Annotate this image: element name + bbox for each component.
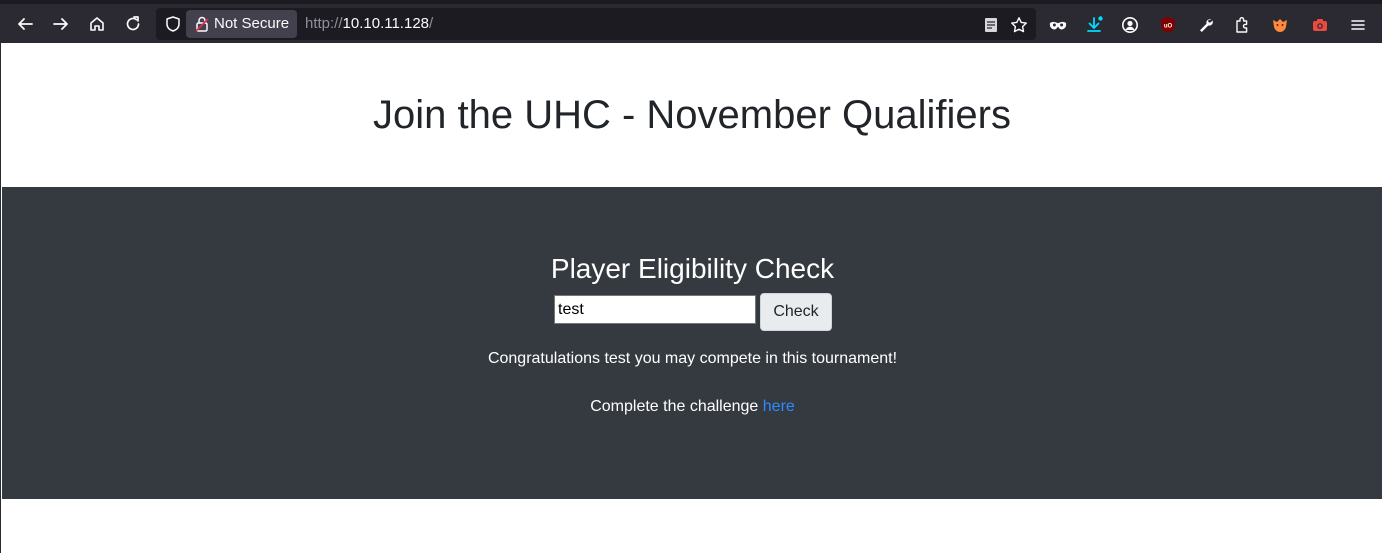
account-icon[interactable] bbox=[1120, 15, 1140, 35]
forward-icon[interactable] bbox=[47, 10, 75, 38]
security-label: Not Secure bbox=[214, 15, 290, 32]
foxy-extension-icon[interactable] bbox=[1270, 15, 1290, 35]
challenge-text: Complete the challenge bbox=[590, 398, 759, 415]
ublock-icon[interactable]: uO bbox=[1158, 15, 1178, 35]
page-title: Join the UHC - November Qualifiers bbox=[373, 93, 1011, 137]
extensions-icon[interactable] bbox=[1232, 15, 1252, 35]
browser-toolbar: Not Secure http://10.10.11.128/ uO bbox=[0, 0, 1382, 43]
check-button[interactable]: Check bbox=[760, 293, 832, 331]
home-icon[interactable] bbox=[83, 10, 111, 38]
form-heading: Player Eligibility Check bbox=[550, 253, 835, 284]
lock-icon bbox=[195, 16, 209, 32]
eligibility-section: Player Eligibility Check Check Congratul… bbox=[2, 187, 1382, 499]
incognito-mask-icon[interactable] bbox=[1048, 15, 1068, 35]
downloads-icon[interactable] bbox=[1084, 15, 1104, 35]
url-host: 10.10.11.128 bbox=[342, 15, 430, 32]
not-secure-indicator[interactable]: Not Secure bbox=[186, 10, 298, 38]
challenge-link[interactable]: here bbox=[763, 398, 795, 415]
svg-text:uO: uO bbox=[1164, 24, 1173, 30]
url-bar[interactable]: Not Secure http://10.10.11.128/ bbox=[156, 8, 1036, 40]
reader-view-icon[interactable] bbox=[982, 16, 1000, 34]
menu-icon[interactable] bbox=[1348, 15, 1368, 35]
web-page: Join the UHC - November Qualifiers Playe… bbox=[0, 43, 1382, 553]
wrench-icon[interactable] bbox=[1196, 15, 1216, 35]
reload-icon[interactable] bbox=[119, 10, 147, 38]
url-trailing: / bbox=[429, 15, 434, 32]
player-name-input[interactable] bbox=[554, 295, 756, 324]
back-icon[interactable] bbox=[11, 10, 39, 38]
shield-icon[interactable] bbox=[164, 15, 182, 33]
url-text[interactable]: http://10.10.11.128/ bbox=[305, 8, 433, 40]
url-protocol: http:// bbox=[305, 15, 343, 32]
screenshot-icon[interactable] bbox=[1310, 15, 1330, 35]
bookmark-star-icon[interactable] bbox=[1010, 16, 1028, 34]
challenge-line: Complete the challenge here bbox=[2, 398, 1382, 416]
result-message: Congratulations test you may compete in … bbox=[487, 350, 898, 367]
